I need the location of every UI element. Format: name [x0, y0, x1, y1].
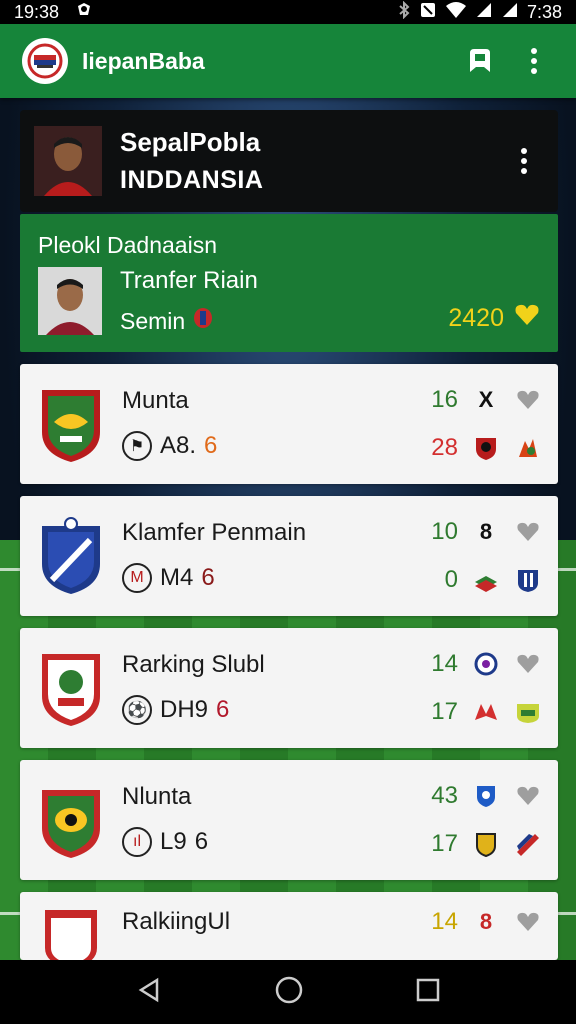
overflow-menu-icon[interactable] — [514, 41, 554, 81]
featured-card[interactable]: Pleokl Dadnaaisn Tranfer Riain Semin 242… — [20, 214, 558, 352]
row-sub-text: L9 — [160, 828, 187, 855]
notification-icon — [75, 1, 93, 24]
heart-icon[interactable] — [514, 303, 540, 334]
shield-icon — [472, 434, 500, 462]
row-sub-text: DH9 — [160, 696, 209, 723]
list-item[interactable]: Nlunta ıl L9 6 43 17 — [20, 760, 558, 880]
row-title: Klamfer Penmain — [122, 519, 307, 546]
row-title: RalkiingUl — [122, 908, 231, 935]
gold-shield-icon — [472, 830, 500, 858]
club-crest-icon — [36, 382, 106, 466]
home-icon[interactable] — [274, 975, 304, 1010]
dnd-icon — [419, 1, 437, 24]
status-time-right: 7:38 — [526, 1, 562, 22]
header-title: SepalPobla — [120, 127, 261, 157]
club-crest-icon — [36, 646, 106, 730]
row-stat-primary: 14 — [431, 908, 458, 935]
stripes-badge-icon — [514, 830, 542, 858]
recents-icon[interactable] — [415, 977, 441, 1008]
featured-subtitle: Semin — [120, 307, 186, 334]
row-title: Nlunta — [122, 783, 192, 810]
status-bar: 19:38 7:38 — [0, 0, 576, 24]
row-sub-text: A8. — [160, 432, 197, 459]
row-stat-secondary: 17 — [431, 698, 458, 725]
row-stat-primary: 16 — [431, 386, 458, 413]
battery-icon — [501, 1, 519, 24]
featured-label: Pleokl Dadnaaisn — [38, 232, 218, 258]
list-item[interactable]: RalkiingUl 14 8 — [20, 892, 558, 960]
favorite-heart-icon[interactable] — [514, 518, 542, 546]
favorite-heart-icon[interactable] — [514, 782, 542, 810]
tiger-badge-icon — [514, 698, 542, 726]
club-crest-icon — [36, 778, 106, 862]
ball-icon — [472, 650, 500, 678]
shield-blue-icon — [472, 782, 500, 810]
row-stat-secondary: 17 — [431, 830, 458, 857]
bookmark-icon[interactable] — [460, 41, 500, 81]
status-time: 19:38 — [14, 1, 60, 22]
row-stat-secondary: 28 — [431, 434, 458, 461]
row-sub-number: 6 — [194, 828, 209, 855]
bird-icon — [472, 698, 500, 726]
bluetooth-icon — [397, 0, 411, 24]
row-stat-secondary: 0 — [444, 566, 458, 593]
featured-player-photo — [38, 267, 102, 335]
header-subtitle: INDDANSIA — [120, 166, 264, 194]
favorite-heart-icon[interactable] — [514, 908, 542, 936]
row-stat-primary: 43 — [431, 782, 458, 809]
team-badge-icon — [514, 566, 542, 594]
favorite-heart-icon[interactable] — [514, 650, 542, 678]
favorite-heart-icon[interactable] — [514, 386, 542, 414]
stadium-icon: ıl — [122, 827, 152, 857]
signal-icon — [475, 1, 493, 24]
wifi-icon — [445, 1, 467, 24]
back-icon[interactable] — [135, 976, 163, 1009]
featured-value: 2420 — [448, 303, 504, 332]
list-item[interactable]: Munta ⚑ A8. 6 16 X 28 — [20, 364, 558, 484]
header-more-icon[interactable] — [504, 141, 544, 181]
row-sub-number: 6 — [201, 564, 215, 591]
player-avatar — [34, 126, 102, 196]
club-crest-icon — [36, 908, 106, 960]
app-bar: IiepanBaba — [0, 24, 576, 98]
row-sub-text: M4 — [160, 564, 194, 591]
app-logo-icon[interactable] — [22, 38, 68, 84]
club-crest-icon — [36, 514, 106, 598]
row-sub-number: 6 — [216, 696, 230, 723]
featured-title: Tranfer Riain — [120, 267, 258, 294]
list-item[interactable]: Rarking Slubl ⚽ DH9 6 14 17 — [20, 628, 558, 748]
flame-badge-icon — [514, 434, 542, 462]
list-item[interactable]: Klamfer Penmain M M4 6 10 8 0 — [20, 496, 558, 616]
kick-icon: ⚑ — [122, 431, 152, 461]
row-stat-primary: 14 — [431, 650, 458, 677]
row-title: Munta — [122, 387, 189, 414]
goal-icon: M — [122, 563, 152, 593]
row-mark: X — [478, 387, 494, 412]
row-mark: 8 — [479, 519, 493, 544]
app-title: IiepanBaba — [82, 47, 205, 74]
header-card[interactable]: SepalPobla INDDANSIA — [20, 110, 558, 212]
club-badge-icon — [193, 307, 213, 335]
stack-icon — [472, 566, 500, 594]
row-stat-primary: 10 — [431, 518, 458, 545]
row-sub-number: 6 — [204, 432, 218, 459]
timer-icon: ⚽ — [122, 695, 152, 725]
row-mark: 8 — [479, 909, 493, 934]
system-nav-bar — [0, 960, 576, 1024]
row-title: Rarking Slubl — [122, 651, 265, 678]
